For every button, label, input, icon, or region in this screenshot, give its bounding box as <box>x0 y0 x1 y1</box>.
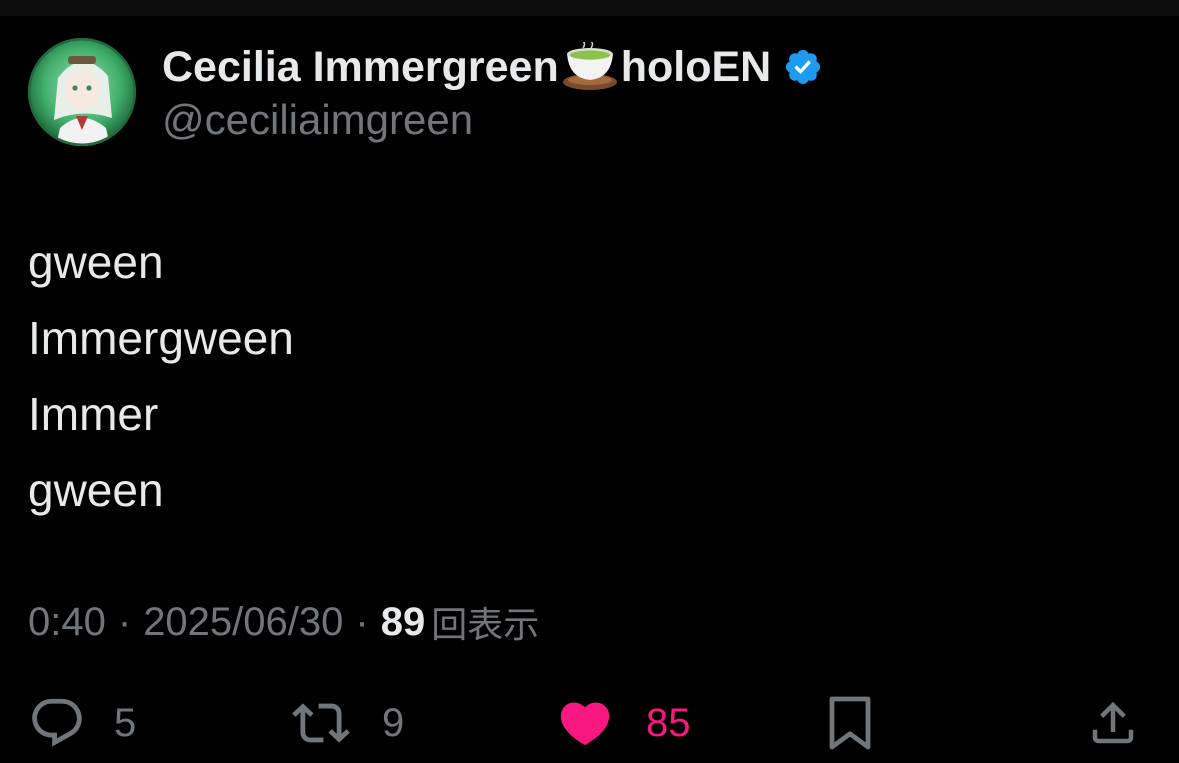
top-bar <box>0 0 1179 16</box>
views-count[interactable]: 89 <box>381 600 426 645</box>
bookmark-icon <box>826 693 874 753</box>
share-button[interactable] <box>1086 690 1140 756</box>
reply-icon <box>28 694 86 752</box>
display-name-row[interactable]: Cecilia Immergreen holoEN <box>162 40 823 94</box>
tweet-line: gween <box>28 464 164 516</box>
retweet-count: 9 <box>382 700 405 745</box>
retweet-icon <box>288 694 354 752</box>
verified-badge-icon <box>783 47 823 87</box>
tweet-meta: 0:40 · 2025/06/30 · 89 回表示 <box>28 596 539 648</box>
tweet-line: gween <box>28 236 164 288</box>
reply-button[interactable]: 5 <box>28 690 136 756</box>
retweet-button[interactable]: 9 <box>288 690 404 756</box>
reply-count: 5 <box>114 700 137 745</box>
meta-separator: · <box>117 599 132 644</box>
tweet-text: gween Immergween Immer gween <box>28 224 294 528</box>
share-icon <box>1086 694 1140 752</box>
display-name-suffix[interactable]: holoEN <box>621 43 771 92</box>
tea-icon <box>561 42 619 92</box>
like-button[interactable]: 85 <box>556 690 691 756</box>
heart-icon <box>556 694 614 752</box>
tweet-time[interactable]: 0:40 <box>28 600 106 645</box>
views-label[interactable]: 回表示 <box>431 596 539 648</box>
user-handle[interactable]: @ceciliaimgreen <box>162 96 473 144</box>
tweet-line: Immer <box>28 388 159 440</box>
meta-separator: · <box>355 599 369 644</box>
like-count: 85 <box>646 700 691 745</box>
tweet-line: Immergween <box>28 312 294 364</box>
tweet-date[interactable]: 2025/06/30 <box>143 600 343 645</box>
bookmark-button[interactable] <box>826 690 874 756</box>
display-name[interactable]: Cecilia Immergreen <box>162 43 559 92</box>
avatar[interactable] <box>28 38 136 146</box>
